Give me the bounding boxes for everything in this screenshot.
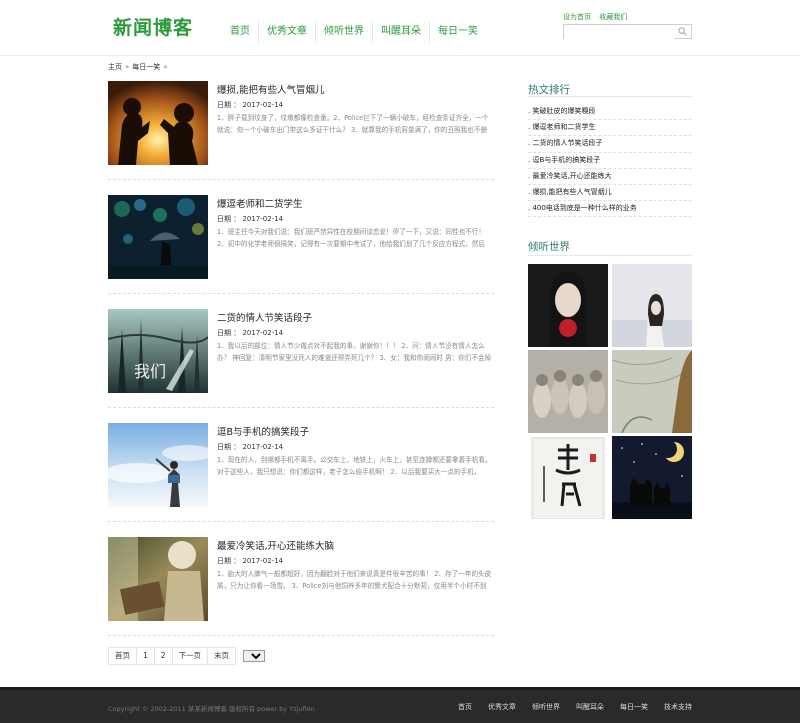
gallery-photo[interactable] (528, 264, 608, 347)
article-divider (108, 635, 494, 636)
article-title[interactable]: 爆损,能把有些人气冒烟儿 (217, 82, 325, 96)
set-homepage-link[interactable]: 设为首页 (563, 13, 591, 21)
page-next[interactable]: 下一页 (171, 647, 209, 665)
article-summary: 1、现在的人，到哪都手机不离手。公交车上，地铁上，火车上，甚至连蹲都还要拿着手机… (217, 456, 492, 476)
page-2[interactable]: 2 (153, 647, 173, 665)
article-title[interactable]: 最爱冷笑话,开心还能练大脑 (217, 538, 334, 552)
site-header: 新闻博客 首页 优秀文章 倾听世界 叫醒耳朵 每日一笑 设为首页 收藏我们 (0, 0, 800, 56)
article-title[interactable]: 爆逗老师和二货学生 (217, 196, 303, 210)
listen-world-rule (528, 255, 692, 256)
top-links: 设为首页 收藏我们 (563, 12, 633, 22)
listen-world-title: 倾听世界 (528, 241, 570, 253)
article-item: 逗B与手机的搞笑段子 日期 ： 2017-02-14 1、现在的人，到哪都手机不… (108, 423, 494, 537)
article-thumbnail[interactable] (108, 537, 208, 621)
article-summary: 1、我以后的部位：情人节少做点对不起我的事，谢谢你！！！ 2、问：情人节没有情人… (217, 342, 492, 362)
nav-home[interactable]: 首页 (222, 22, 259, 42)
footer-nav-listen[interactable]: 倾听世界 (532, 702, 560, 712)
breadcrumb-current[interactable]: 每日一笑 (132, 63, 160, 71)
article-thumbnail[interactable] (108, 81, 208, 165)
article-summary: 1、班主任今天对我们说：我们班严禁异性在校期间谈恋爱！停了一下，又说：同性也不行… (217, 228, 485, 248)
svg-text:我们: 我们 (134, 362, 166, 381)
footer-nav-daily[interactable]: 每日一笑 (620, 702, 648, 712)
article-date: 日期 ： 2017-02-14 (217, 101, 284, 109)
article-thumbnail[interactable] (108, 423, 208, 507)
gallery-photo[interactable] (528, 436, 608, 519)
hot-article-link[interactable]: . 二货的情人节笑话段子 (528, 136, 692, 153)
article-title[interactable]: 二货的情人节笑话段子 (217, 310, 312, 324)
hot-article-link[interactable]: . 逗B与手机的搞笑段子 (528, 153, 692, 169)
article-divider (108, 407, 494, 408)
footer-nav-articles[interactable]: 优秀文章 (488, 702, 516, 712)
article-thumbnail[interactable] (108, 195, 208, 279)
footer-nav-support[interactable]: 技术支持 (664, 702, 692, 712)
nav-listen[interactable]: 倾听世界 (316, 22, 373, 42)
article-summary: 1、胖子载到坟身了，坟墩都像检查童。2、Police拦下了一辆小破车，经检查条证… (217, 114, 489, 134)
footer-nav-home[interactable]: 首页 (458, 702, 472, 712)
article-date: 日期 ： 2017-02-14 (217, 443, 284, 451)
breadcrumb: 主页» 每日一笑» (108, 62, 171, 72)
breadcrumb-separator: » (125, 63, 130, 71)
article-list: 爆损,能把有些人气冒烟儿 日期 ： 2017-02-14 1、胖子载到坟身了，坟… (108, 81, 494, 651)
article-date: 日期 ： 2017-02-14 (217, 215, 284, 223)
gallery-photo[interactable] (612, 264, 692, 347)
hot-article-link[interactable]: . 爆逗老师和二货学生 (528, 120, 692, 137)
page-select[interactable]: 1 (243, 650, 266, 662)
breadcrumb-home[interactable]: 主页 (108, 63, 122, 71)
nav-wakeup[interactable]: 叫醒耳朵 (373, 22, 430, 42)
article-item: 最爱冷笑话,开心还能练大脑 日期 ： 2017-02-14 1、胎大的人脾气一般… (108, 537, 494, 651)
article-summary: 1、胎大的人脾气一般都超好，因为翻脸对于他们来说真是件很辛苦的事！ 2、存了一年… (217, 570, 492, 590)
article-thumbnail[interactable]: 我们 (108, 309, 208, 393)
nav-articles[interactable]: 优秀文章 (259, 22, 316, 42)
bookmark-link[interactable]: 收藏我们 (599, 13, 627, 21)
hot-article-link[interactable]: . 400电话到底是一种什么样的业务 (528, 201, 692, 218)
footer-nav: 首页 优秀文章 倾听世界 叫醒耳朵 每日一笑 技术支持 (442, 702, 692, 712)
article-item: 我们 二货的情人节笑话段子 日期 ： 2017-02-14 1、我以后的部位：情… (108, 309, 494, 423)
article-divider (108, 179, 494, 180)
hot-articles-list: . 笑破肚皮的爆笑糗段 . 爆逗老师和二货学生 . 二货的情人节笑话段子 . 逗… (528, 104, 692, 218)
nav-daily[interactable]: 每日一笑 (430, 22, 486, 42)
pagination: 首页 1 2 下一页 末页 1 (108, 647, 266, 665)
gallery-photo[interactable] (528, 350, 608, 433)
article-title[interactable]: 逗B与手机的搞笑段子 (217, 424, 309, 438)
hot-articles-title: 热文排行 (528, 84, 570, 96)
article-date: 日期 ： 2017-02-14 (217, 329, 284, 337)
photo-gallery (528, 264, 692, 519)
search-box (563, 24, 692, 40)
breadcrumb-separator: » (163, 63, 168, 71)
gallery-photo[interactable] (612, 350, 692, 433)
hot-article-link[interactable]: . 最爱冷笑话,开心还能练大 (528, 169, 692, 185)
article-item: 爆逗老师和二货学生 日期 ： 2017-02-14 1、班主任今天对我们说：我们… (108, 195, 494, 309)
article-date: 日期 ： 2017-02-14 (217, 557, 284, 565)
page-1[interactable]: 1 (136, 647, 155, 665)
article-divider (108, 521, 494, 522)
article-item: 爆损,能把有些人气冒烟儿 日期 ： 2017-02-14 1、胖子载到坟身了，坟… (108, 81, 494, 195)
footer-nav-wakeup[interactable]: 叫醒耳朵 (576, 702, 604, 712)
main-nav: 首页 优秀文章 倾听世界 叫醒耳朵 每日一笑 (222, 22, 486, 42)
gallery-photo[interactable] (612, 436, 692, 519)
hot-article-link[interactable]: . 爆损,能把有些人气冒烟儿 (528, 185, 692, 202)
copyright-text: Copyright © 2002-2011 某某新闻博客 版权所有 power … (108, 705, 315, 713)
search-input[interactable] (564, 27, 674, 40)
search-icon[interactable] (678, 27, 687, 36)
site-logo[interactable]: 新闻博客 (113, 13, 193, 40)
page-first[interactable]: 首页 (108, 647, 137, 665)
page-last[interactable]: 末页 (207, 647, 237, 665)
site-footer: Copyright © 2002-2011 某某新闻博客 版权所有 power … (0, 687, 800, 723)
article-divider (108, 293, 494, 294)
hot-articles-rule (528, 96, 692, 97)
hot-article-link[interactable]: . 笑破肚皮的爆笑糗段 (528, 104, 692, 121)
